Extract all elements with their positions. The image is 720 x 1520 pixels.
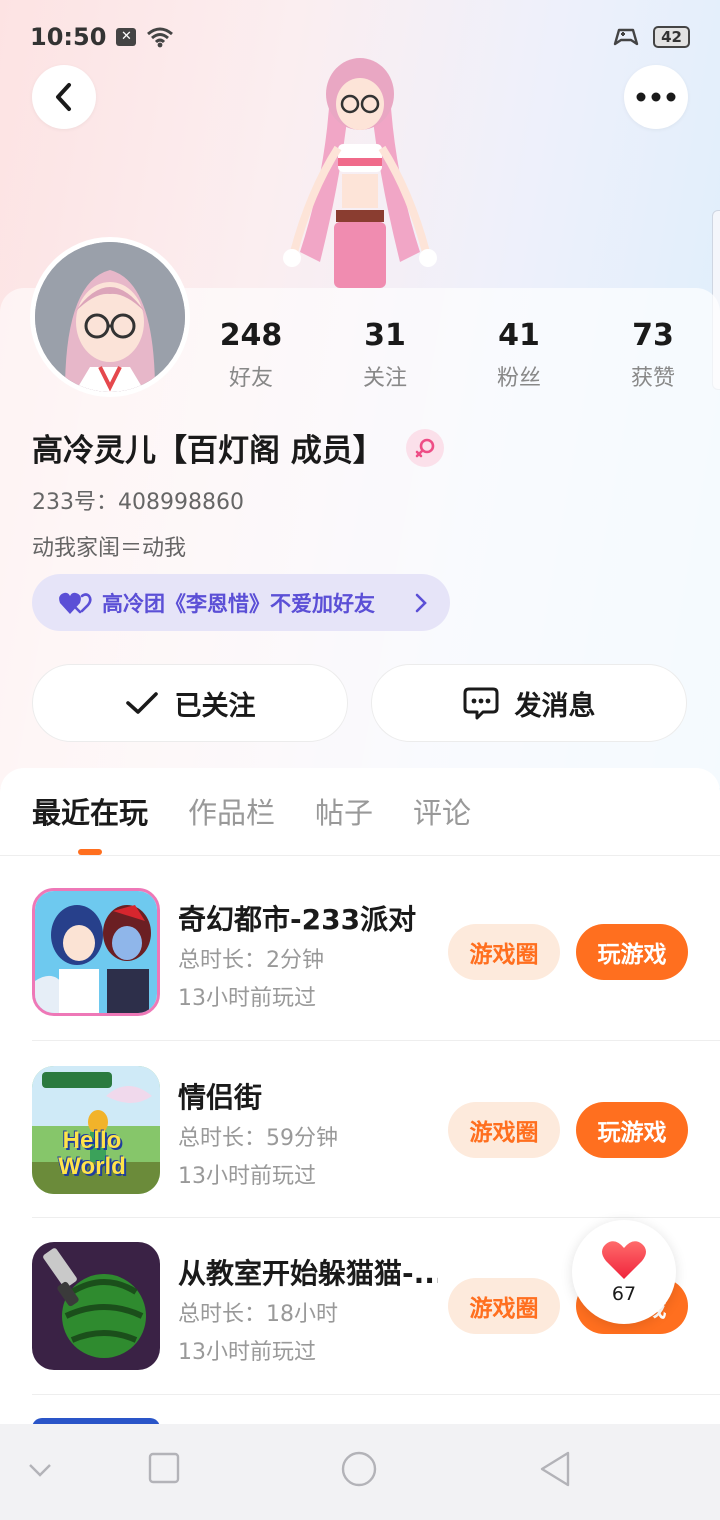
- game-duration: 总时长：18小时: [178, 1302, 338, 1327]
- gamepad-icon: [613, 28, 639, 46]
- stat-label: 获赞: [630, 366, 675, 391]
- avatar-image: [35, 242, 185, 392]
- game-last-played: 13小时前玩过: [178, 1164, 316, 1189]
- chat-bubble-icon: [463, 687, 498, 720]
- chevron-right-icon: [415, 593, 427, 612]
- chevron-left-icon: [56, 83, 71, 111]
- tab-comments[interactable]: 评论: [413, 790, 471, 834]
- game-row[interactable]: 奇幻都市-233派对 总时长：2分钟 13小时前玩过 游戏圈 玩游戏: [32, 888, 720, 1064]
- tab-works[interactable]: 作品栏: [188, 790, 275, 834]
- game-circle-button[interactable]: 游戏圈: [448, 1278, 560, 1334]
- checkmark-icon: [125, 692, 158, 714]
- system-nav-bar: [0, 1424, 720, 1520]
- nav-home-icon[interactable]: [340, 1450, 378, 1488]
- tab-recently-played[interactable]: 最近在玩: [32, 790, 148, 834]
- game-icon[interactable]: Hello World: [32, 1066, 160, 1194]
- status-time: 10:50: [30, 23, 107, 51]
- nav-down-icon[interactable]: [28, 1462, 52, 1478]
- stat-label: 关注: [362, 366, 407, 391]
- game-icon[interactable]: [32, 888, 160, 1016]
- game-circle-button[interactable]: 游戏圈: [448, 924, 560, 980]
- game-title: 情侣街: [178, 1081, 263, 1114]
- heart-icon: [602, 1241, 646, 1279]
- stat-value: 41: [498, 318, 540, 353]
- play-game-button[interactable]: 玩游戏: [576, 1102, 688, 1158]
- more-dots-icon: [636, 92, 676, 102]
- stat-value: 73: [632, 318, 674, 353]
- female-icon: [415, 438, 435, 457]
- nav-back-icon[interactable]: [538, 1450, 572, 1488]
- gender-badge: [405, 428, 444, 467]
- stat-label: 粉丝: [496, 366, 541, 391]
- stat-fans[interactable]: 41 粉丝: [452, 318, 586, 392]
- play-game-button[interactable]: 玩游戏: [576, 924, 688, 980]
- profile-tabs: 最近在玩 作品栏 帖子 评论: [32, 790, 471, 834]
- back-button[interactable]: [32, 65, 96, 129]
- stat-value: 248: [219, 318, 283, 353]
- message-button[interactable]: 发消息: [371, 664, 687, 742]
- user-bio: 动我家闺＝动我: [32, 536, 187, 561]
- group-chip-label: 高冷团《李恩惜》不爱加好友: [102, 591, 375, 616]
- game-last-played: 13小时前玩过: [178, 986, 316, 1011]
- follow-button[interactable]: 已关注: [32, 664, 348, 742]
- stat-likes[interactable]: 73 获赞: [586, 318, 720, 392]
- nickname-row: 高冷灵儿【百灯阁 成员】: [32, 425, 444, 470]
- user-id: 233号：408998860: [32, 490, 244, 515]
- more-button[interactable]: [624, 65, 688, 129]
- game-duration: 总时长：2分钟: [178, 948, 324, 973]
- profile-stats: 248 好友 31 关注 41 粉丝 73 获赞: [184, 318, 720, 392]
- battery-icon: 42: [653, 26, 690, 48]
- game-icon-caption: Hello World: [58, 1127, 126, 1180]
- tab-posts[interactable]: 帖子: [315, 790, 373, 834]
- like-count: 67: [611, 1283, 637, 1305]
- stat-following[interactable]: 31 关注: [318, 318, 452, 392]
- nav-recents-icon[interactable]: [148, 1452, 180, 1484]
- row-divider: [32, 1394, 720, 1395]
- game-icon[interactable]: [32, 1242, 160, 1370]
- game-duration: 总时长：59分钟: [178, 1126, 338, 1151]
- stat-value: 31: [364, 318, 406, 353]
- follow-button-label: 已关注: [174, 690, 256, 722]
- game-row[interactable]: Hello World 情侣街 总时长：59分钟 13小时前玩过 游戏圈 玩游戏: [32, 1066, 720, 1242]
- stat-label: 好友: [228, 366, 273, 391]
- group-chip[interactable]: 高冷团《李恩惜》不爱加好友: [32, 574, 450, 631]
- game-artwork: [32, 1242, 160, 1370]
- game-last-played: 13小时前玩过: [178, 1340, 316, 1365]
- like-floating-button[interactable]: 67: [572, 1220, 676, 1324]
- row-divider: [32, 1217, 720, 1218]
- game-artwork: [35, 891, 157, 1013]
- game-circle-button[interactable]: 游戏圈: [448, 1102, 560, 1158]
- avatar-3d-figure: [283, 58, 437, 288]
- game-title: 奇幻都市-233派对: [178, 903, 417, 936]
- notification-icon: ✕: [116, 28, 137, 46]
- tabs-divider: [0, 855, 720, 856]
- stat-friends[interactable]: 248 好友: [184, 318, 318, 392]
- game-title: 从教室开始躲猫猫-...: [178, 1257, 438, 1290]
- row-divider: [32, 1040, 720, 1041]
- hearts-icon: [59, 592, 92, 614]
- message-button-label: 发消息: [514, 690, 596, 722]
- avatar[interactable]: [30, 237, 190, 397]
- nickname: 高冷灵儿【百灯阁 成员】: [32, 433, 384, 469]
- wifi-icon: [147, 27, 174, 48]
